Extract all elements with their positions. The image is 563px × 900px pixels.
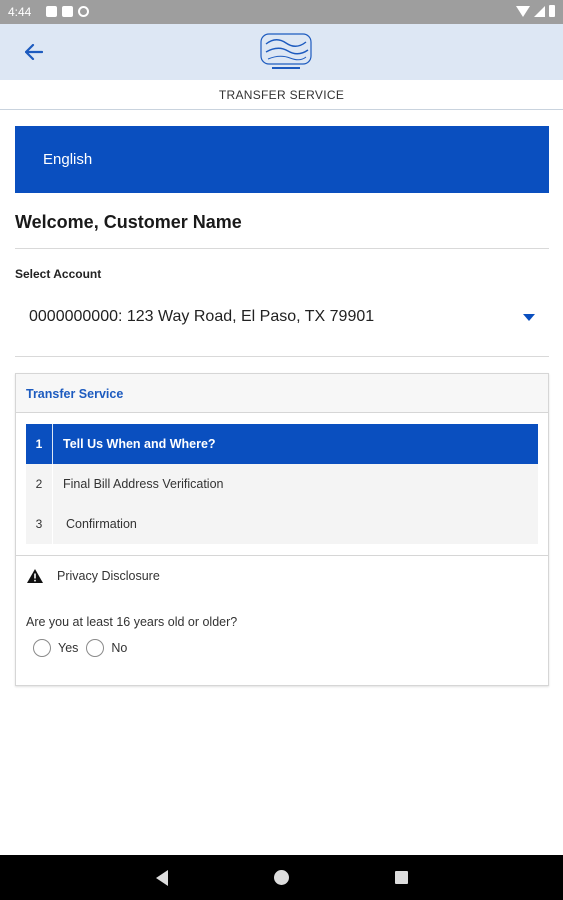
card-title: Transfer Service	[16, 374, 548, 413]
step-number: 3	[26, 504, 53, 544]
app-bar	[0, 24, 563, 80]
nav-home-icon[interactable]	[274, 870, 289, 885]
divider	[16, 555, 548, 556]
radio-button[interactable]	[86, 639, 105, 657]
radio-button[interactable]	[33, 639, 51, 657]
page-title: TRANSFER SERVICE	[0, 80, 563, 110]
step-number: 1	[26, 424, 53, 464]
system-icons	[516, 5, 555, 17]
divider	[15, 248, 549, 249]
privacy-disclosure[interactable]: Privacy Disclosure	[27, 569, 160, 583]
radio-yes[interactable]: Yes	[33, 639, 78, 657]
step-number: 2	[26, 464, 53, 504]
status-bar: 4:44	[0, 0, 563, 24]
signal-icon	[534, 5, 545, 17]
step-label: Confirmation	[66, 517, 137, 531]
warning-icon	[27, 569, 43, 583]
back-arrow-icon	[25, 44, 43, 60]
back-button[interactable]	[18, 36, 50, 68]
dropdown-arrow-icon	[523, 314, 535, 321]
step-label: Tell Us When and Where?	[63, 437, 216, 451]
radio-label: No	[111, 641, 128, 655]
radio-label: Yes	[58, 641, 79, 655]
step-2[interactable]: 2 Final Bill Address Verification	[26, 464, 538, 504]
nav-back-icon[interactable]	[156, 870, 168, 886]
company-logo	[260, 33, 312, 69]
age-radio-group: Yes No	[33, 639, 135, 657]
notification-icon	[46, 6, 57, 17]
welcome-heading: Welcome, Customer Name	[15, 212, 242, 232]
wifi-icon	[516, 5, 530, 17]
account-dropdown[interactable]: 0000000000: 123 Way Road, El Paso, TX 79…	[15, 298, 549, 338]
notification-icons	[46, 6, 89, 17]
divider	[15, 356, 549, 357]
step-list: 1 Tell Us When and Where? 2 Final Bill A…	[26, 424, 538, 544]
select-account-label: Select Account	[15, 267, 102, 281]
language-toggle[interactable]: English	[15, 126, 549, 193]
status-time: 4:44	[8, 5, 32, 19]
account-selected-value: 0000000000: 123 Way Road, El Paso, TX 79…	[29, 308, 375, 325]
navigation-bar	[0, 855, 563, 900]
step-label: Final Bill Address Verification	[63, 477, 224, 491]
step-3[interactable]: 3 Confirmation	[26, 504, 538, 544]
step-1[interactable]: 1 Tell Us When and Where?	[26, 424, 538, 464]
sync-icon	[78, 6, 89, 17]
nav-recents-icon[interactable]	[395, 871, 408, 884]
age-question: Are you at least 16 years old or older?	[26, 615, 238, 629]
privacy-label: Privacy Disclosure	[57, 569, 160, 583]
media-icon	[62, 6, 73, 17]
battery-icon	[549, 5, 555, 17]
radio-no[interactable]: No	[86, 639, 127, 657]
transfer-service-card: Transfer Service 1 Tell Us When and Wher…	[15, 373, 549, 686]
